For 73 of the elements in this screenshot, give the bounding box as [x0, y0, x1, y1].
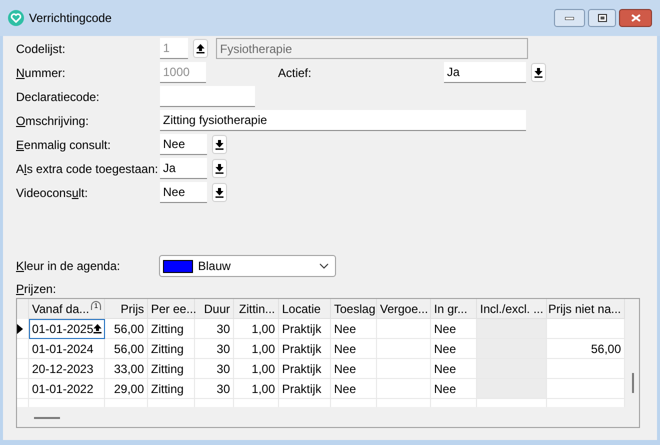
- down-arrow-button[interactable]: [212, 183, 227, 202]
- table-cell: 01-01-2022: [29, 379, 105, 399]
- minimize-icon: [565, 16, 574, 20]
- select-field[interactable]: Nee: [160, 134, 207, 155]
- heart-logo-icon: [8, 10, 24, 26]
- window-title: Verrichtingcode: [29, 10, 112, 27]
- table-cell: Praktijk: [279, 319, 331, 339]
- down-arrow-icon: [215, 163, 224, 174]
- select-field[interactable]: Nee: [160, 182, 207, 203]
- row-selector[interactable]: [17, 319, 29, 339]
- table-cell: 56,00: [105, 319, 148, 339]
- table-cell: Praktijk: [279, 359, 331, 379]
- table-cell: Zitting: [148, 379, 195, 399]
- field-label: Als extra code toegestaan:: [16, 160, 160, 178]
- table-cell: Zitting: [148, 359, 195, 379]
- table-cell: 33,00: [105, 359, 148, 379]
- close-icon: [630, 14, 640, 22]
- up-arrow-icon: [93, 323, 102, 334]
- field-label: Omschrijving:: [16, 112, 90, 130]
- table-cell: Nee: [331, 339, 377, 359]
- table-cell: Nee: [431, 379, 477, 399]
- table-cell: Nee: [431, 339, 477, 359]
- select-field[interactable]: Ja: [160, 158, 207, 179]
- table-cell: 20-12-2023: [29, 359, 105, 379]
- table-cell: Praktijk: [279, 339, 331, 359]
- table-cell: 01-01-2025: [29, 319, 105, 339]
- table-cell: Nee: [331, 319, 377, 339]
- chevron-down-icon: [319, 263, 329, 269]
- table-cell: Praktijk: [279, 379, 331, 399]
- vertical-scrollbar-thumb[interactable]: [632, 373, 634, 393]
- table-cell: 56,00: [105, 339, 148, 359]
- maximize-icon: [598, 14, 606, 22]
- table-cell: 29,00: [105, 379, 148, 399]
- table-cell: 1,00: [234, 339, 279, 359]
- table-cell: 1,00: [234, 379, 279, 399]
- current-row-icon: [17, 324, 23, 334]
- table-cell: Nee: [431, 319, 477, 339]
- down-arrow-button[interactable]: [212, 159, 227, 178]
- table-cell: 56,00: [547, 339, 625, 359]
- table-cell: 30: [195, 339, 234, 359]
- text-field[interactable]: Zitting fysiotherapie: [160, 110, 526, 131]
- table-cell: 30: [195, 319, 234, 339]
- horizontal-scrollbar-thumb[interactable]: [34, 417, 60, 419]
- table-cell: Zitting: [148, 319, 195, 339]
- color-select[interactable]: Blauw: [159, 255, 336, 277]
- table-cell: Nee: [331, 379, 377, 399]
- field-label: Eenmalig consult:: [16, 136, 112, 154]
- table-cell: Nee: [431, 359, 477, 379]
- down-arrow-button[interactable]: [212, 135, 227, 154]
- field-label: Kleur in de agenda:: [16, 258, 122, 275]
- select-value: Blauw: [198, 258, 231, 275]
- field-label: Codelijst:: [16, 40, 66, 58]
- table-cell: 1,00: [234, 319, 279, 339]
- table-cell: 30: [195, 359, 234, 379]
- down-arrow-icon: [215, 139, 224, 150]
- table-cell: 01-01-2024: [29, 339, 105, 359]
- down-arrow-icon: [534, 67, 543, 78]
- down-arrow-icon: [215, 187, 224, 198]
- text-field[interactable]: [160, 86, 255, 107]
- up-arrow-icon: [196, 43, 205, 54]
- up-arrow-button[interactable]: [193, 39, 208, 58]
- table-cell: 1,00: [234, 359, 279, 379]
- close-button[interactable]: [619, 9, 652, 27]
- table-cell: Nee: [331, 359, 377, 379]
- table-cell: 30: [195, 379, 234, 399]
- field-label: Videoconsult:: [16, 184, 89, 202]
- section-label: Prijzen:: [16, 281, 56, 298]
- table-cell: Zitting: [148, 339, 195, 359]
- maximize-button[interactable]: [588, 9, 616, 27]
- field-label: Nummer:: [16, 64, 66, 82]
- field-label: Declaratiecode:: [16, 88, 100, 106]
- field-label: Actief:: [278, 64, 312, 82]
- down-arrow-button[interactable]: [531, 63, 546, 82]
